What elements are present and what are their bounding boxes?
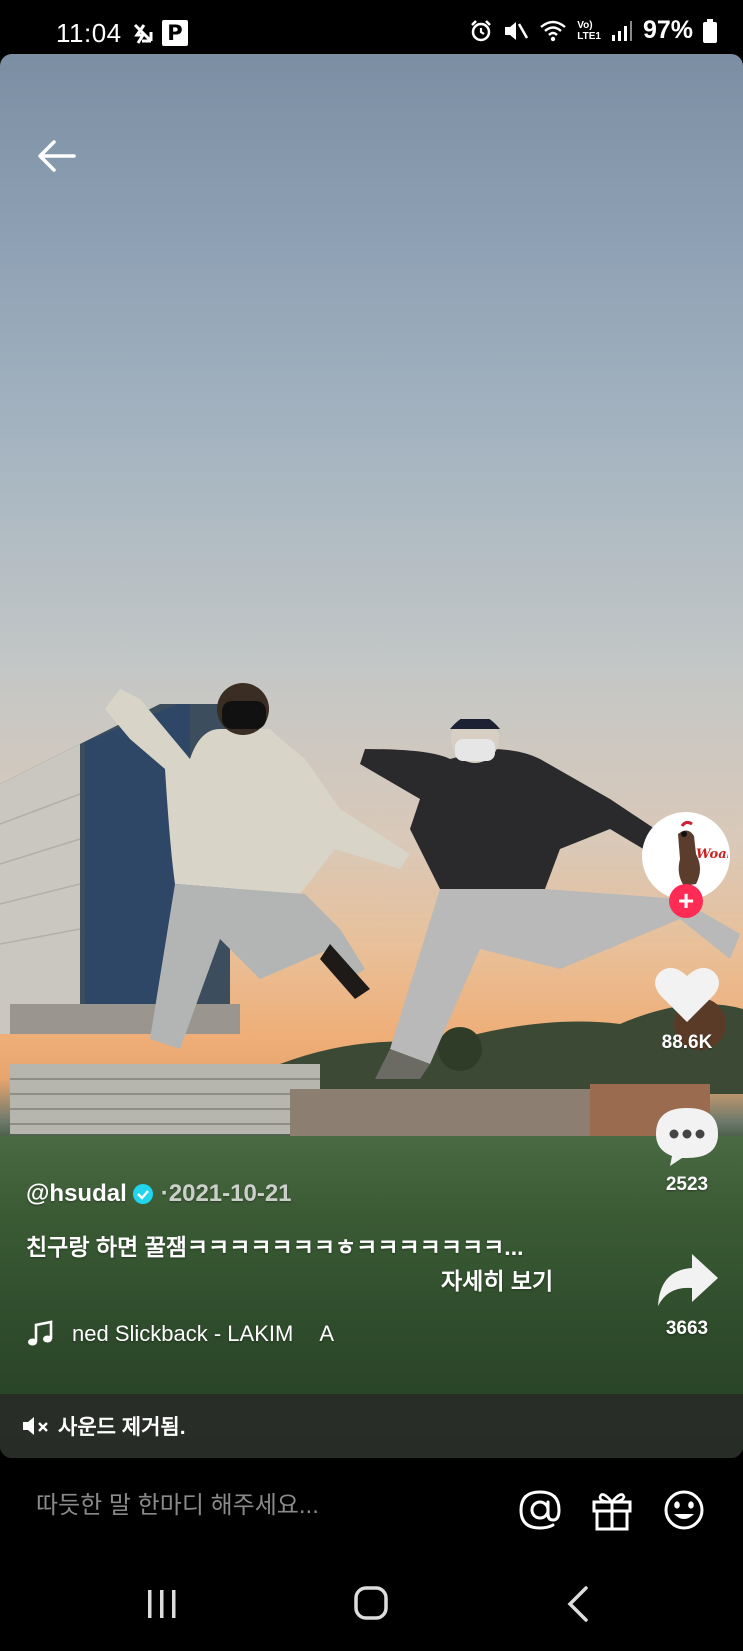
recent-apps-icon[interactable]: [137, 1582, 187, 1626]
nav-back-icon[interactable]: [554, 1582, 604, 1626]
mention-at-icon[interactable]: [518, 1488, 562, 1532]
comment-bar: [0, 1470, 743, 1550]
comment-action[interactable]: 2523: [642, 1104, 732, 1196]
author-row: @hsudal · 2021-10-21: [26, 1180, 292, 1208]
comment-input[interactable]: [36, 1492, 476, 1520]
back-arrow-icon[interactable]: [34, 134, 78, 178]
mute-status-icon: [505, 21, 529, 40]
follow-plus-button[interactable]: +: [669, 884, 703, 918]
video-player[interactable]: Woah + 88.6K 2523 3663 @hsudal · 2021-10…: [0, 54, 743, 1458]
network-label-top: Vo): [577, 19, 593, 31]
music-note-icon: [28, 1320, 53, 1346]
missed-call-icon: [133, 23, 153, 44]
home-icon[interactable]: [346, 1582, 396, 1626]
like-action[interactable]: 88.6K: [642, 962, 732, 1054]
wifi-icon: [540, 20, 567, 41]
heart-icon[interactable]: [652, 962, 722, 1026]
sound-removed-banner: 사운드 제거됨.: [0, 1394, 743, 1458]
system-navigation-bar: [0, 1560, 743, 1651]
network-label-bottom: LTE1: [577, 30, 601, 42]
person-dark-jacket: [360, 719, 740, 1079]
author-username[interactable]: @hsudal: [26, 1180, 127, 1208]
comment-count: 2523: [665, 1174, 709, 1195]
status-bar: 11:04 P Vo) LTE1 97%: [0, 0, 743, 54]
sound-removed-text: 사운드 제거됨.: [58, 1416, 186, 1439]
share-action[interactable]: 3663: [642, 1248, 732, 1340]
post-date-separator: ·: [160, 1180, 169, 1207]
alarm-icon: [471, 19, 492, 41]
music-row[interactable]: ned Slickback - LAKIM A: [26, 1320, 334, 1348]
video-caption: 친구랑 하면 꿀잼ㅋㅋㅋㅋㅋㅋㅋㅎㅋㅋㅋㅋㅋㅋㅋ...: [26, 1234, 524, 1260]
music-title-tail: A: [319, 1321, 334, 1346]
avatar-woah-text: Woah: [696, 847, 730, 862]
network-label: Vo) LTE1: [577, 20, 601, 42]
see-more-link[interactable]: 자세히 보기: [441, 1262, 553, 1296]
share-arrow-icon[interactable]: [652, 1248, 722, 1312]
signal-icon: [611, 20, 632, 41]
creator-avatar-wrap[interactable]: Woah +: [642, 812, 732, 918]
status-left-icons: P: [132, 20, 188, 46]
battery-percent: 97%: [642, 16, 693, 44]
gift-icon[interactable]: [590, 1488, 634, 1532]
battery-icon: [703, 18, 717, 43]
speaker-muted-icon: [23, 1417, 48, 1435]
verified-badge-icon: [132, 1184, 153, 1204]
share-count: 3663: [665, 1318, 709, 1339]
status-time: 11:04: [56, 18, 122, 48]
music-title[interactable]: ned Slickback - LAKIM: [72, 1321, 293, 1347]
status-right-icons: Vo) LTE1 97%: [469, 16, 717, 45]
emoji-icon[interactable]: [662, 1488, 706, 1532]
post-date: 2021-10-21: [168, 1180, 292, 1207]
app-notification-badge: P: [162, 20, 188, 46]
like-count: 88.6K: [661, 1032, 713, 1053]
comment-bubble-icon[interactable]: [652, 1104, 722, 1168]
